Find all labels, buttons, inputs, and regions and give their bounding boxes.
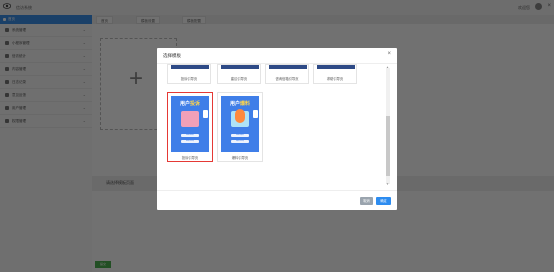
scroll-up-icon[interactable]: ▲	[386, 65, 389, 69]
modal-title: 选择模板	[163, 53, 181, 58]
template-card[interactable]: 求助引导页	[313, 64, 357, 84]
scroll-down-icon[interactable]: ▼	[386, 182, 389, 186]
select-template-modal: 选择模板 × 投诉引导页 建议引导页 咨询信箱引导页 求助引导页 用户投诉 我要…	[157, 48, 397, 210]
modal-body: 投诉引导页 建议引导页 咨询信箱引导页 求助引导页 用户投诉 我要投诉 投诉查询…	[157, 64, 397, 190]
template-thumbnail-title: 用户投诉	[179, 101, 201, 107]
template-thumbnail	[317, 65, 355, 69]
modal-header: 选择模板 ×	[157, 48, 397, 64]
modal-footer: 取消 确定	[157, 190, 397, 211]
template-label: 建议引导页	[230, 77, 248, 81]
template-thumbnail: 用户爆料 我要爆料 爆料查询	[221, 96, 259, 152]
scrollbar-thumb[interactable]	[386, 116, 390, 176]
scrollbar[interactable]: ▲ ▼	[386, 65, 390, 186]
phone-icon	[235, 109, 245, 123]
cancel-button[interactable]: 取消	[360, 197, 373, 205]
template-card-complaint[interactable]: 用户投诉 我要投诉 投诉查询 投诉引导页	[167, 92, 213, 162]
illustration-icon	[181, 111, 199, 127]
tag-icon	[203, 110, 208, 118]
template-thumbnail	[171, 65, 209, 69]
close-icon[interactable]: ×	[387, 51, 391, 57]
template-thumbnail-title: 用户爆料	[229, 101, 251, 107]
template-label: 投诉引导页	[181, 156, 199, 160]
template-thumbnail: 用户投诉 我要投诉 投诉查询	[171, 96, 209, 152]
template-label: 爆料引导页	[231, 156, 249, 160]
template-label: 求助引导页	[326, 77, 344, 81]
template-label: 咨询信箱引导页	[275, 77, 299, 81]
template-thumbnail	[269, 65, 307, 69]
template-card[interactable]: 建议引导页	[217, 64, 261, 84]
template-label: 投诉引导页	[180, 77, 198, 81]
template-card[interactable]: 投诉引导页	[167, 64, 211, 84]
tag-icon	[253, 110, 258, 118]
confirm-button[interactable]: 确定	[376, 197, 391, 205]
template-card[interactable]: 咨询信箱引导页	[265, 64, 309, 84]
template-card-report[interactable]: 用户爆料 我要爆料 爆料查询 爆料引导页	[217, 92, 263, 162]
template-thumbnail	[221, 65, 259, 69]
